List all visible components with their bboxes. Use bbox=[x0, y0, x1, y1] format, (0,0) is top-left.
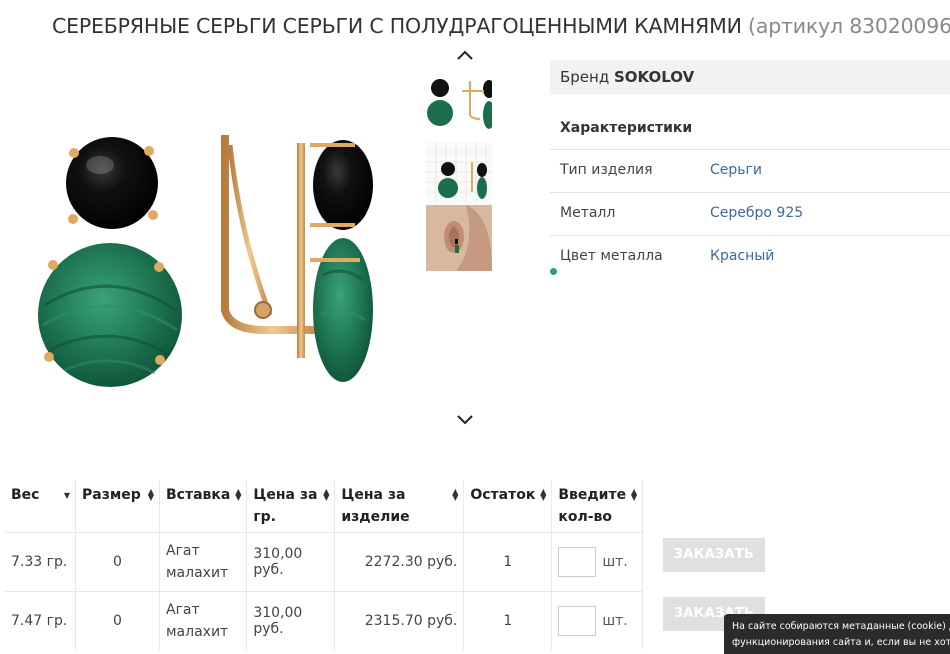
table-row: 7.47 гр. 0 Агат малахит 310,00 руб. 2315… bbox=[5, 591, 644, 650]
table-row: 7.33 гр. 0 Агат малахит 310,00 руб. 2272… bbox=[5, 532, 644, 592]
cell-stock: 1 bbox=[463, 591, 553, 650]
spec-key: Металл bbox=[560, 205, 616, 221]
unit-label: шт. bbox=[602, 554, 628, 570]
main-product-image bbox=[38, 135, 373, 387]
cell-quantity: шт. bbox=[551, 591, 644, 650]
cell-stock: 1 bbox=[463, 532, 553, 592]
thumbnail-1[interactable] bbox=[426, 75, 492, 141]
brand-bar: Бренд SOKOLOV bbox=[550, 60, 950, 94]
cookie-text-line: На сайте собираются метаданные (cookie) … bbox=[732, 621, 950, 632]
cookie-notice: На сайте собираются метаданные (cookie) … bbox=[724, 614, 950, 654]
column-header-insert[interactable]: Вставка ▲ ▼ bbox=[159, 480, 248, 533]
unit-label: шт. bbox=[602, 613, 628, 629]
brand-name: SOKOLOV bbox=[614, 68, 695, 86]
status-dot bbox=[550, 268, 557, 275]
cell-insert: Агат малахит bbox=[159, 591, 248, 650]
column-header-weight[interactable]: Вес ▼ bbox=[5, 480, 76, 533]
cookie-text-line: функционирования сайта и, если вы не хот… bbox=[732, 637, 950, 648]
thumbs-up-arrow-icon[interactable] bbox=[455, 48, 475, 64]
order-button[interactable]: ЗАКАЗАТЬ bbox=[663, 538, 765, 572]
cell-weight: 7.47 гр. bbox=[5, 591, 76, 650]
page-title: СЕРЕБРЯНЫЕ СЕРЬГИ СЕРЬГИ С ПОЛУДРАГОЦЕНН… bbox=[52, 14, 950, 38]
quantity-input[interactable] bbox=[558, 547, 597, 577]
cell-size: 0 bbox=[75, 532, 160, 592]
cell-price-gram: 310,00 руб. bbox=[246, 591, 336, 650]
spec-row-type: Тип изделия Серьги bbox=[550, 149, 950, 191]
spec-row-metal: Металл Серебро 925 bbox=[550, 192, 950, 234]
spec-row-metal-color: Цвет металла Красный bbox=[550, 235, 950, 277]
product-title: СЕРЕБРЯНЫЕ СЕРЬГИ СЕРЬГИ С ПОЛУДРАГОЦЕНН… bbox=[52, 14, 742, 38]
cell-price-gram: 310,00 руб. bbox=[246, 532, 336, 592]
thumbnail-2[interactable] bbox=[426, 142, 492, 208]
spec-key: Цвет металла bbox=[560, 248, 663, 264]
column-header-price-gram[interactable]: Цена за гр. ▲ ▼ bbox=[246, 480, 336, 533]
specs-heading: Характеристики bbox=[560, 120, 693, 136]
spec-key: Тип изделия bbox=[560, 162, 653, 178]
column-header-quantity[interactable]: Введите кол-во ▲ ▼ bbox=[551, 480, 644, 533]
cell-size: 0 bbox=[75, 591, 160, 650]
product-sku: (артикул 83020096) bbox=[748, 14, 950, 38]
cell-price-item: 2272.30 руб. bbox=[334, 532, 465, 592]
column-header-price-item[interactable]: Цена за изделие ▲ ▼ bbox=[334, 480, 465, 533]
cell-price-item: 2315.70 руб. bbox=[334, 591, 465, 650]
column-header-size[interactable]: Размер ▲ ▼ bbox=[75, 480, 160, 533]
spec-value-link[interactable]: Серебро 925 bbox=[710, 205, 803, 221]
spec-value-link[interactable]: Красный bbox=[710, 248, 774, 264]
quantity-input[interactable] bbox=[558, 606, 597, 636]
cell-weight: 7.33 гр. bbox=[5, 532, 76, 592]
spec-value-link[interactable]: Серьги bbox=[710, 162, 762, 178]
column-header-stock[interactable]: Остаток ▲ ▼ bbox=[463, 480, 553, 533]
thumbs-down-arrow-icon[interactable] bbox=[455, 413, 475, 429]
cell-quantity: шт. bbox=[551, 532, 644, 592]
cell-insert: Агат малахит bbox=[159, 532, 248, 592]
thumbnail-3[interactable] bbox=[426, 205, 492, 271]
brand-label: Бренд bbox=[560, 68, 610, 86]
variants-table: Вес ▼ Размер ▲ ▼ Вставка ▲ ▼ Цена за гр. ▲ ▼ Це… bbox=[5, 480, 644, 650]
